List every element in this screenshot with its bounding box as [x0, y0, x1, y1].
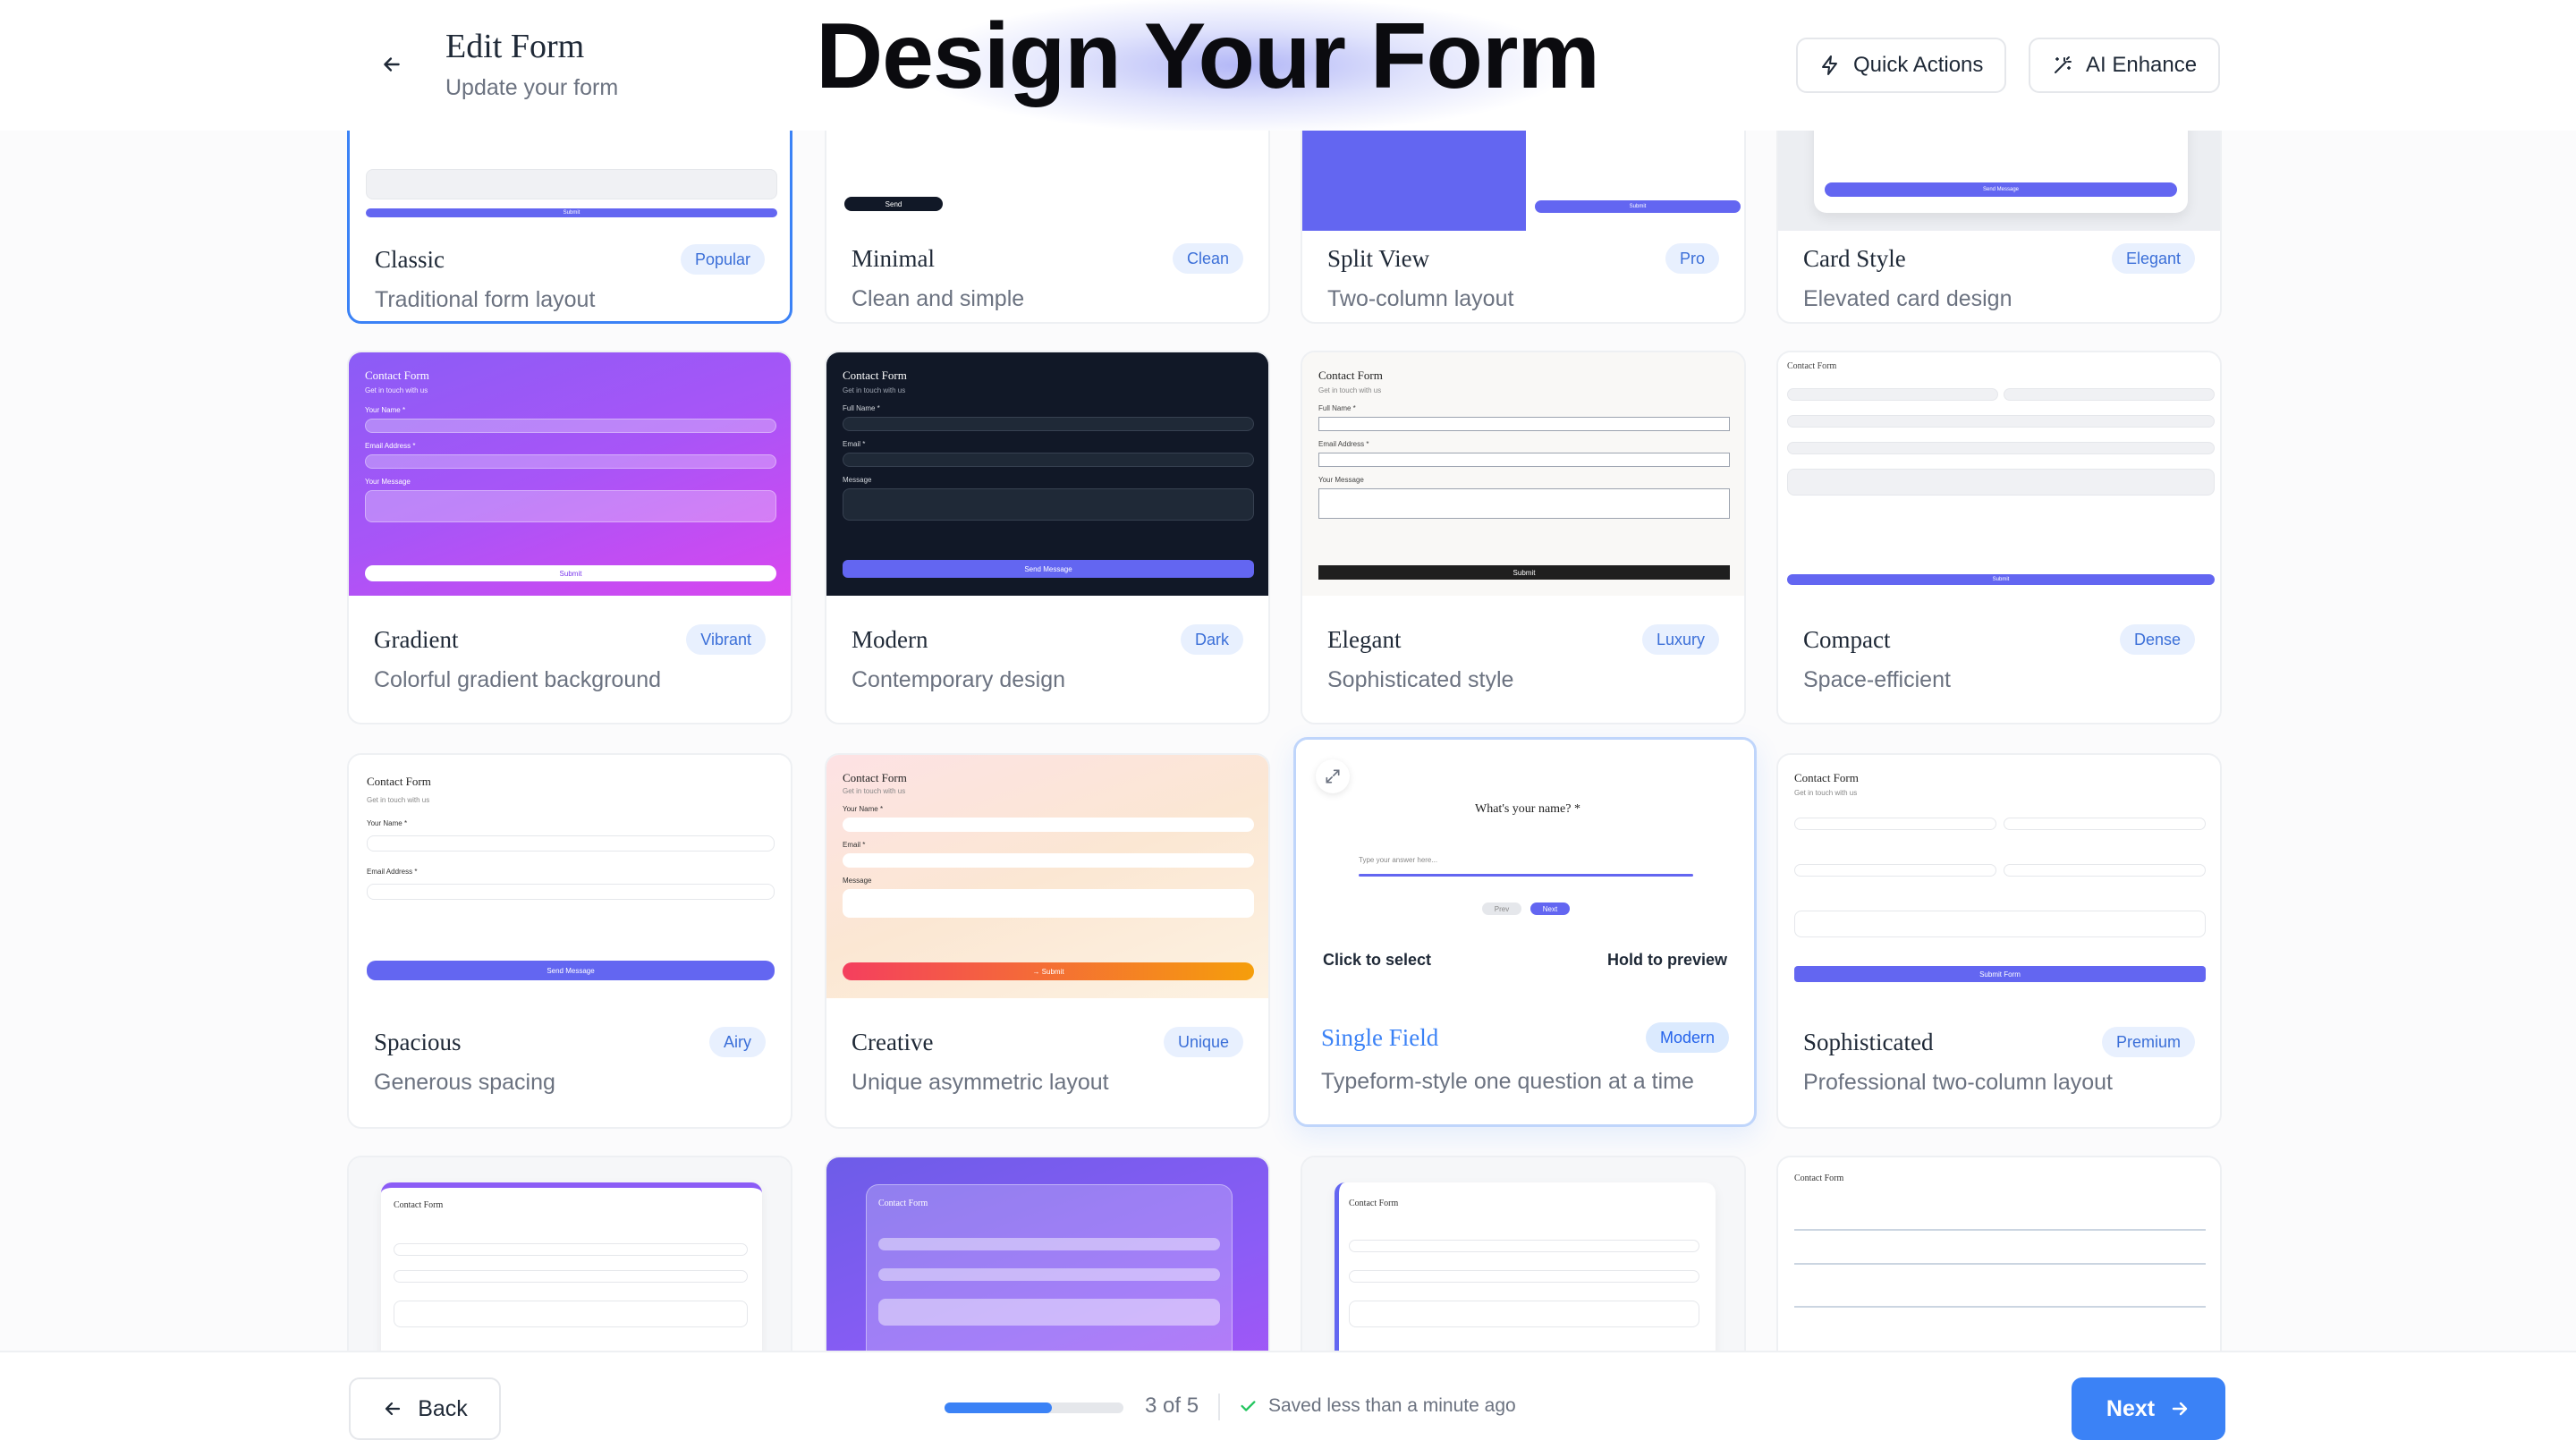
banner-title: Design Your Form — [816, 4, 1600, 108]
template-card-row4-4[interactable]: Contact Form — [1776, 1156, 2222, 1351]
template-card-modern[interactable]: Contact Form Get in touch with us Full N… — [825, 351, 1270, 724]
template-name: Single Field — [1321, 1024, 1439, 1051]
template-description: Professional two-column layout — [1803, 1070, 2113, 1095]
footer: Back 3 of 5 Saved less than a minute ago… — [0, 1351, 2576, 1449]
template-description: Sophisticated style — [1327, 667, 1514, 692]
page-title: Edit Form — [445, 28, 585, 65]
template-preview: Contact Form Get in touch with us Submit… — [1778, 755, 2220, 998]
template-badge: Modern — [1645, 1022, 1729, 1053]
arrow-right-icon — [2172, 1402, 2188, 1416]
template-preview: Contact Form Get in touch with us Your N… — [826, 755, 1268, 998]
template-card-classic[interactable]: Submit Classic Popular Traditional form … — [347, 131, 792, 324]
template-preview: Contact Form — [1302, 1157, 1744, 1351]
template-badge: Unique — [1163, 1027, 1243, 1057]
template-badge: Luxury — [1641, 624, 1719, 655]
header: Edit Form Update your form Design Your F… — [0, 0, 2576, 131]
divider — [1218, 1394, 1220, 1420]
template-card-row4-2[interactable]: Contact Form — [825, 1156, 1270, 1351]
template-preview: Send Message — [1778, 131, 2220, 231]
template-card-split-view[interactable]: Submit Split View Pro Two-column layout — [1301, 131, 1746, 324]
next-label: Next — [2106, 1395, 2156, 1421]
template-preview: Contact Form — [1778, 1157, 2220, 1351]
ai-enhance-button[interactable]: AI Enhance — [2029, 38, 2221, 93]
template-card-gradient[interactable]: Contact Form Get in touch with us Your N… — [347, 351, 792, 724]
check-icon — [1241, 1401, 1256, 1411]
template-name: Gradient — [374, 626, 459, 653]
template-card-minimal[interactable]: Send Minimal Clean Clean and simple — [825, 131, 1270, 324]
click-to-select-hint: Click to select — [1323, 951, 1432, 969]
magic-wand-icon — [2055, 56, 2072, 73]
template-preview: Contact Form — [349, 1157, 791, 1351]
template-card-single-field[interactable]: What's your name? * Type your answer her… — [1293, 737, 1757, 1127]
template-card-row4-1[interactable]: Contact Form — [347, 1156, 792, 1351]
save-status: Saved less than a minute ago — [1238, 1395, 1516, 1417]
template-card-sophisticated[interactable]: Contact Form Get in touch with us Submit… — [1776, 753, 2222, 1129]
template-description: Unique asymmetric layout — [852, 1070, 1109, 1095]
template-preview: Contact Form Submit — [1778, 352, 2220, 596]
template-name: Elegant — [1327, 626, 1402, 653]
template-preview: Contact Form — [826, 1157, 1268, 1351]
template-preview: What's your name? * Type your answer her… — [1296, 740, 1754, 981]
template-card-spacious[interactable]: Contact Form Get in touch with us Your N… — [347, 753, 792, 1129]
template-description: Two-column layout — [1327, 286, 1514, 311]
back-button[interactable]: Back — [349, 1377, 501, 1440]
template-name: Spacious — [374, 1029, 462, 1055]
template-preview: Contact Form Get in touch with us Full N… — [1302, 352, 1744, 596]
template-card-compact[interactable]: Contact Form Submit Compact Dense Space-… — [1776, 351, 2222, 724]
template-card-card-style[interactable]: Send Message Card Style Elegant Elevated… — [1776, 131, 2222, 324]
template-preview: Submit — [1302, 131, 1744, 231]
template-card-row4-3[interactable]: Contact Form — [1301, 1156, 1746, 1351]
template-badge: Dense — [2119, 624, 2195, 655]
step-indicator: 3 of 5 — [1145, 1394, 1199, 1418]
template-preview: Contact Form Get in touch with us Your N… — [349, 352, 791, 596]
template-description: Typeform-style one question at a time — [1321, 1069, 1694, 1094]
template-preview: Contact Form Get in touch with us Your N… — [349, 755, 791, 998]
back-label: Back — [418, 1395, 468, 1421]
template-preview: Contact Form Get in touch with us Full N… — [826, 352, 1268, 596]
template-name: Split View — [1327, 245, 1430, 272]
ai-enhance-label: AI Enhance — [2086, 53, 2198, 77]
template-description: Traditional form layout — [375, 287, 596, 312]
template-name: Creative — [852, 1029, 934, 1055]
template-badge: Clean — [1172, 243, 1243, 274]
next-button[interactable]: Next — [2072, 1377, 2225, 1440]
back-arrow-icon[interactable] — [376, 48, 408, 80]
template-description: Elevated card design — [1803, 286, 2012, 311]
progress-fill — [945, 1402, 1052, 1413]
template-name: Sophisticated — [1803, 1029, 1934, 1055]
template-badge: Elegant — [2111, 243, 2195, 274]
template-preview: Send — [826, 131, 1268, 231]
quick-actions-label: Quick Actions — [1853, 53, 1984, 77]
template-preview: Submit — [350, 131, 790, 232]
template-name: Modern — [852, 626, 928, 653]
template-card-elegant[interactable]: Contact Form Get in touch with us Full N… — [1301, 351, 1746, 724]
hold-to-preview-hint: Hold to preview — [1606, 951, 1727, 969]
progress-bar — [945, 1402, 1123, 1413]
template-badge: Dark — [1180, 624, 1243, 655]
template-description: Clean and simple — [852, 286, 1025, 311]
template-badge: Pro — [1665, 243, 1719, 274]
template-name: Minimal — [852, 245, 935, 272]
template-card-creative[interactable]: Contact Form Get in touch with us Your N… — [825, 753, 1270, 1129]
template-description: Generous spacing — [374, 1070, 555, 1095]
page-subtitle: Update your form — [445, 75, 619, 100]
template-description: Colorful gradient background — [374, 667, 662, 692]
expand-icon[interactable] — [1316, 759, 1350, 793]
template-name: Compact — [1803, 626, 1891, 653]
lightning-icon — [1822, 55, 1837, 75]
template-name: Card Style — [1803, 245, 1906, 272]
template-description: Space-efficient — [1803, 667, 1951, 692]
quick-actions-button[interactable]: Quick Actions — [1796, 38, 2007, 93]
template-badge: Popular — [680, 244, 765, 275]
template-grid: Submit Classic Popular Traditional form … — [0, 131, 2576, 1351]
arrow-left-icon — [386, 1402, 401, 1416]
save-status-text: Saved less than a minute ago — [1268, 1395, 1516, 1416]
template-description: Contemporary design — [852, 667, 1066, 692]
template-badge: Vibrant — [686, 624, 766, 655]
template-badge: Airy — [709, 1027, 766, 1057]
template-badge: Premium — [2101, 1027, 2195, 1057]
template-name: Classic — [375, 246, 445, 273]
